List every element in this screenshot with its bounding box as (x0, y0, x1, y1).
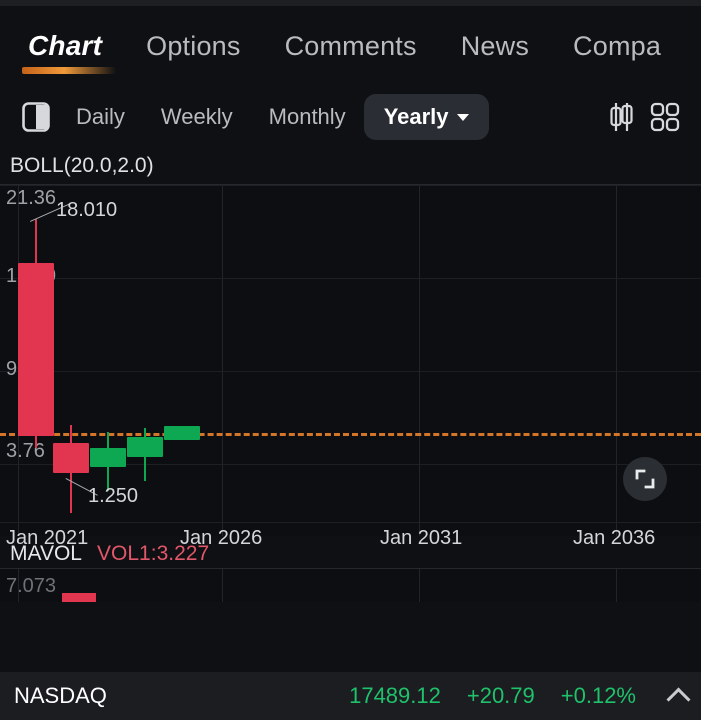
ticker-change: +20.79 (466, 683, 535, 708)
fullscreen-icon (635, 469, 655, 489)
timeframe-yearly[interactable]: Yearly (363, 94, 489, 140)
gridline-vertical (222, 185, 223, 536)
market-ticker-bar[interactable]: NASDAQ 17489.12 +20.79 +0.12% (0, 672, 701, 720)
timeframe-weekly-label: Weekly (160, 104, 233, 129)
low-annotation-label: 1.250 (88, 485, 139, 507)
candle-2022[interactable] (53, 185, 89, 525)
candle-wick (70, 425, 72, 443)
candle-wick (35, 436, 37, 448)
candle-body (53, 443, 89, 473)
candle-wick (70, 473, 72, 513)
volume-chart[interactable]: 7.073 (0, 568, 701, 602)
volume-y-axis-label: 7.073 (6, 575, 57, 597)
tab-chart[interactable]: Chart (6, 30, 124, 74)
gridline-vertical (616, 185, 617, 536)
candle-2021[interactable] (18, 185, 54, 525)
gridline-vertical (419, 569, 420, 602)
active-tab-underline (22, 67, 117, 74)
timeframe-yearly-label: Yearly (383, 104, 449, 129)
gridline-vertical (616, 569, 617, 602)
ticker-price: 17489.12 (349, 683, 441, 708)
section-tab-bar: Chart Options Comments News Compa (0, 6, 701, 86)
candlestick-icon[interactable] (599, 95, 643, 139)
gridline-vertical (419, 185, 420, 536)
tab-news-label: News (460, 30, 530, 61)
candle-body (164, 426, 200, 440)
tab-company-label: Compa (573, 30, 662, 61)
tab-options[interactable]: Options (124, 31, 262, 62)
split-pane-icon[interactable] (14, 95, 58, 139)
tab-chart-label: Chart (28, 30, 103, 61)
tab-company[interactable]: Compa (551, 31, 683, 62)
chart-toolbar: Daily Weekly Monthly Yearly (0, 86, 701, 148)
chevron-up-icon[interactable] (666, 686, 691, 712)
grid-apps-icon[interactable] (643, 95, 687, 139)
x-axis-label: Jan 2031 (380, 527, 463, 549)
x-axis-label: Jan 2021 (6, 527, 89, 549)
candle-2023[interactable] (90, 185, 126, 525)
timeframe-daily-label: Daily (76, 104, 125, 129)
timeframe-monthly-label: Monthly (268, 104, 346, 129)
gridline-vertical (222, 569, 223, 602)
chevron-down-icon (456, 113, 469, 121)
high-annotation-label: 18.010 (56, 199, 118, 221)
tab-news[interactable]: News (439, 31, 551, 62)
ticker-values: 17489.12 +20.79 +0.12% (349, 683, 691, 712)
timeframe-weekly[interactable]: Weekly (143, 104, 251, 130)
candle-wick (35, 219, 37, 263)
candle-2025[interactable] (164, 185, 200, 525)
price-chart[interactable]: 21.36 15.50 9.63 3.76 (0, 184, 701, 549)
tab-comments-label: Comments (284, 30, 417, 61)
indicator-label: BOLL(20.0,2.0) (10, 154, 154, 177)
timeframe-daily[interactable]: Daily (58, 104, 143, 130)
ticker-change-percent: +0.12% (560, 683, 636, 708)
timeframe-monthly[interactable]: Monthly (251, 104, 364, 130)
x-axis-label: Jan 2036 (573, 527, 656, 549)
stock-chart-screen: Chart Options Comments News Compa Daily … (0, 0, 701, 720)
ticker-index-name: NASDAQ (14, 683, 107, 708)
volume-bar (62, 593, 96, 602)
fullscreen-button[interactable] (623, 457, 667, 501)
candle-body (127, 437, 163, 457)
candle-2024[interactable] (127, 185, 163, 525)
tab-comments[interactable]: Comments (263, 31, 439, 62)
x-axis-label: Jan 2026 (180, 527, 263, 549)
candle-body (90, 448, 126, 467)
candle-body (18, 263, 54, 436)
tab-options-label: Options (146, 30, 241, 61)
